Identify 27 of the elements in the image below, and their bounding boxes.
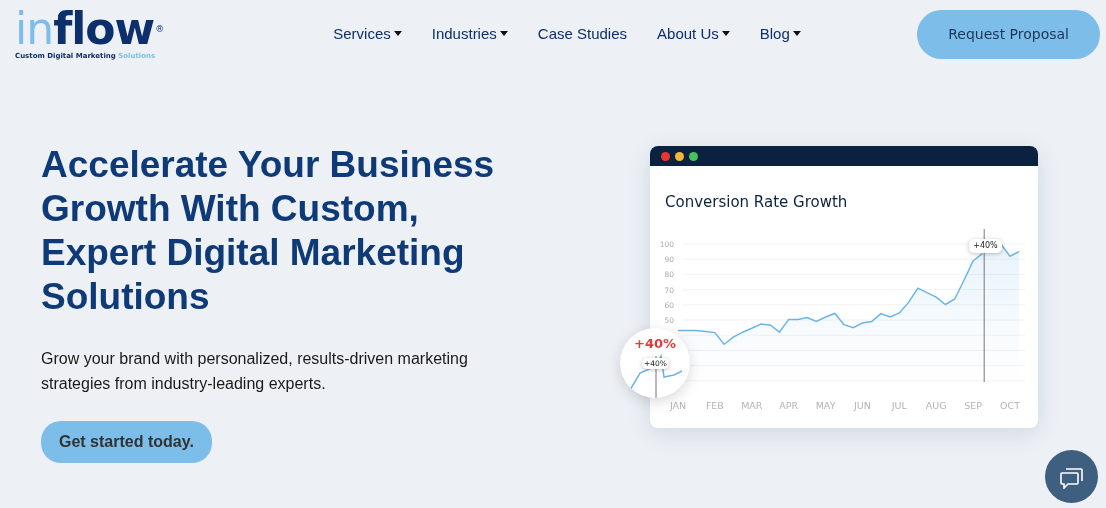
x-axis-label: OCT <box>1000 399 1020 411</box>
minimize-dot-icon <box>675 151 684 161</box>
x-axis-label: JUL <box>891 399 907 411</box>
growth-percent-text: +40% <box>634 335 676 353</box>
nav-link[interactable]: Services <box>333 22 402 46</box>
nav-link[interactable]: Blog <box>759 22 801 46</box>
x-axis-label: MAR <box>741 399 763 411</box>
get-started-button[interactable]: Get started today. <box>41 421 212 463</box>
maximize-dot-icon <box>689 151 698 161</box>
nav-link[interactable]: About Us <box>657 22 730 46</box>
value-tooltip: +40% <box>969 238 1002 253</box>
request-proposal-button[interactable]: Request Proposal <box>917 9 1100 59</box>
hero-heading: Accelerate Your Business Growth With Custom, Expert Digital Marketing Solutions <box>41 143 496 319</box>
chart-title: Conversion Rate Growth <box>665 192 849 213</box>
hero-subtitle: Grow your brand with personalized, results-driven marketing strategies from industry-leading experts. <box>41 349 469 394</box>
nav-link[interactable]: Industries <box>431 22 508 46</box>
x-axis-label: JAN <box>669 399 687 411</box>
chat-button[interactable] <box>1045 450 1098 503</box>
x-axis-label: SEP <box>964 399 982 411</box>
x-axis-label: FEB <box>705 399 724 411</box>
x-axis-label: JUN <box>854 399 871 411</box>
x-axis-label: APR <box>779 399 799 411</box>
x-axis-label: AUG <box>925 399 947 411</box>
close-dot-icon <box>661 151 670 161</box>
x-axis-label: MAY <box>815 399 836 411</box>
logo[interactable]: inflow® <box>15 6 164 51</box>
nav-link[interactable]: Case Studies <box>537 22 628 46</box>
